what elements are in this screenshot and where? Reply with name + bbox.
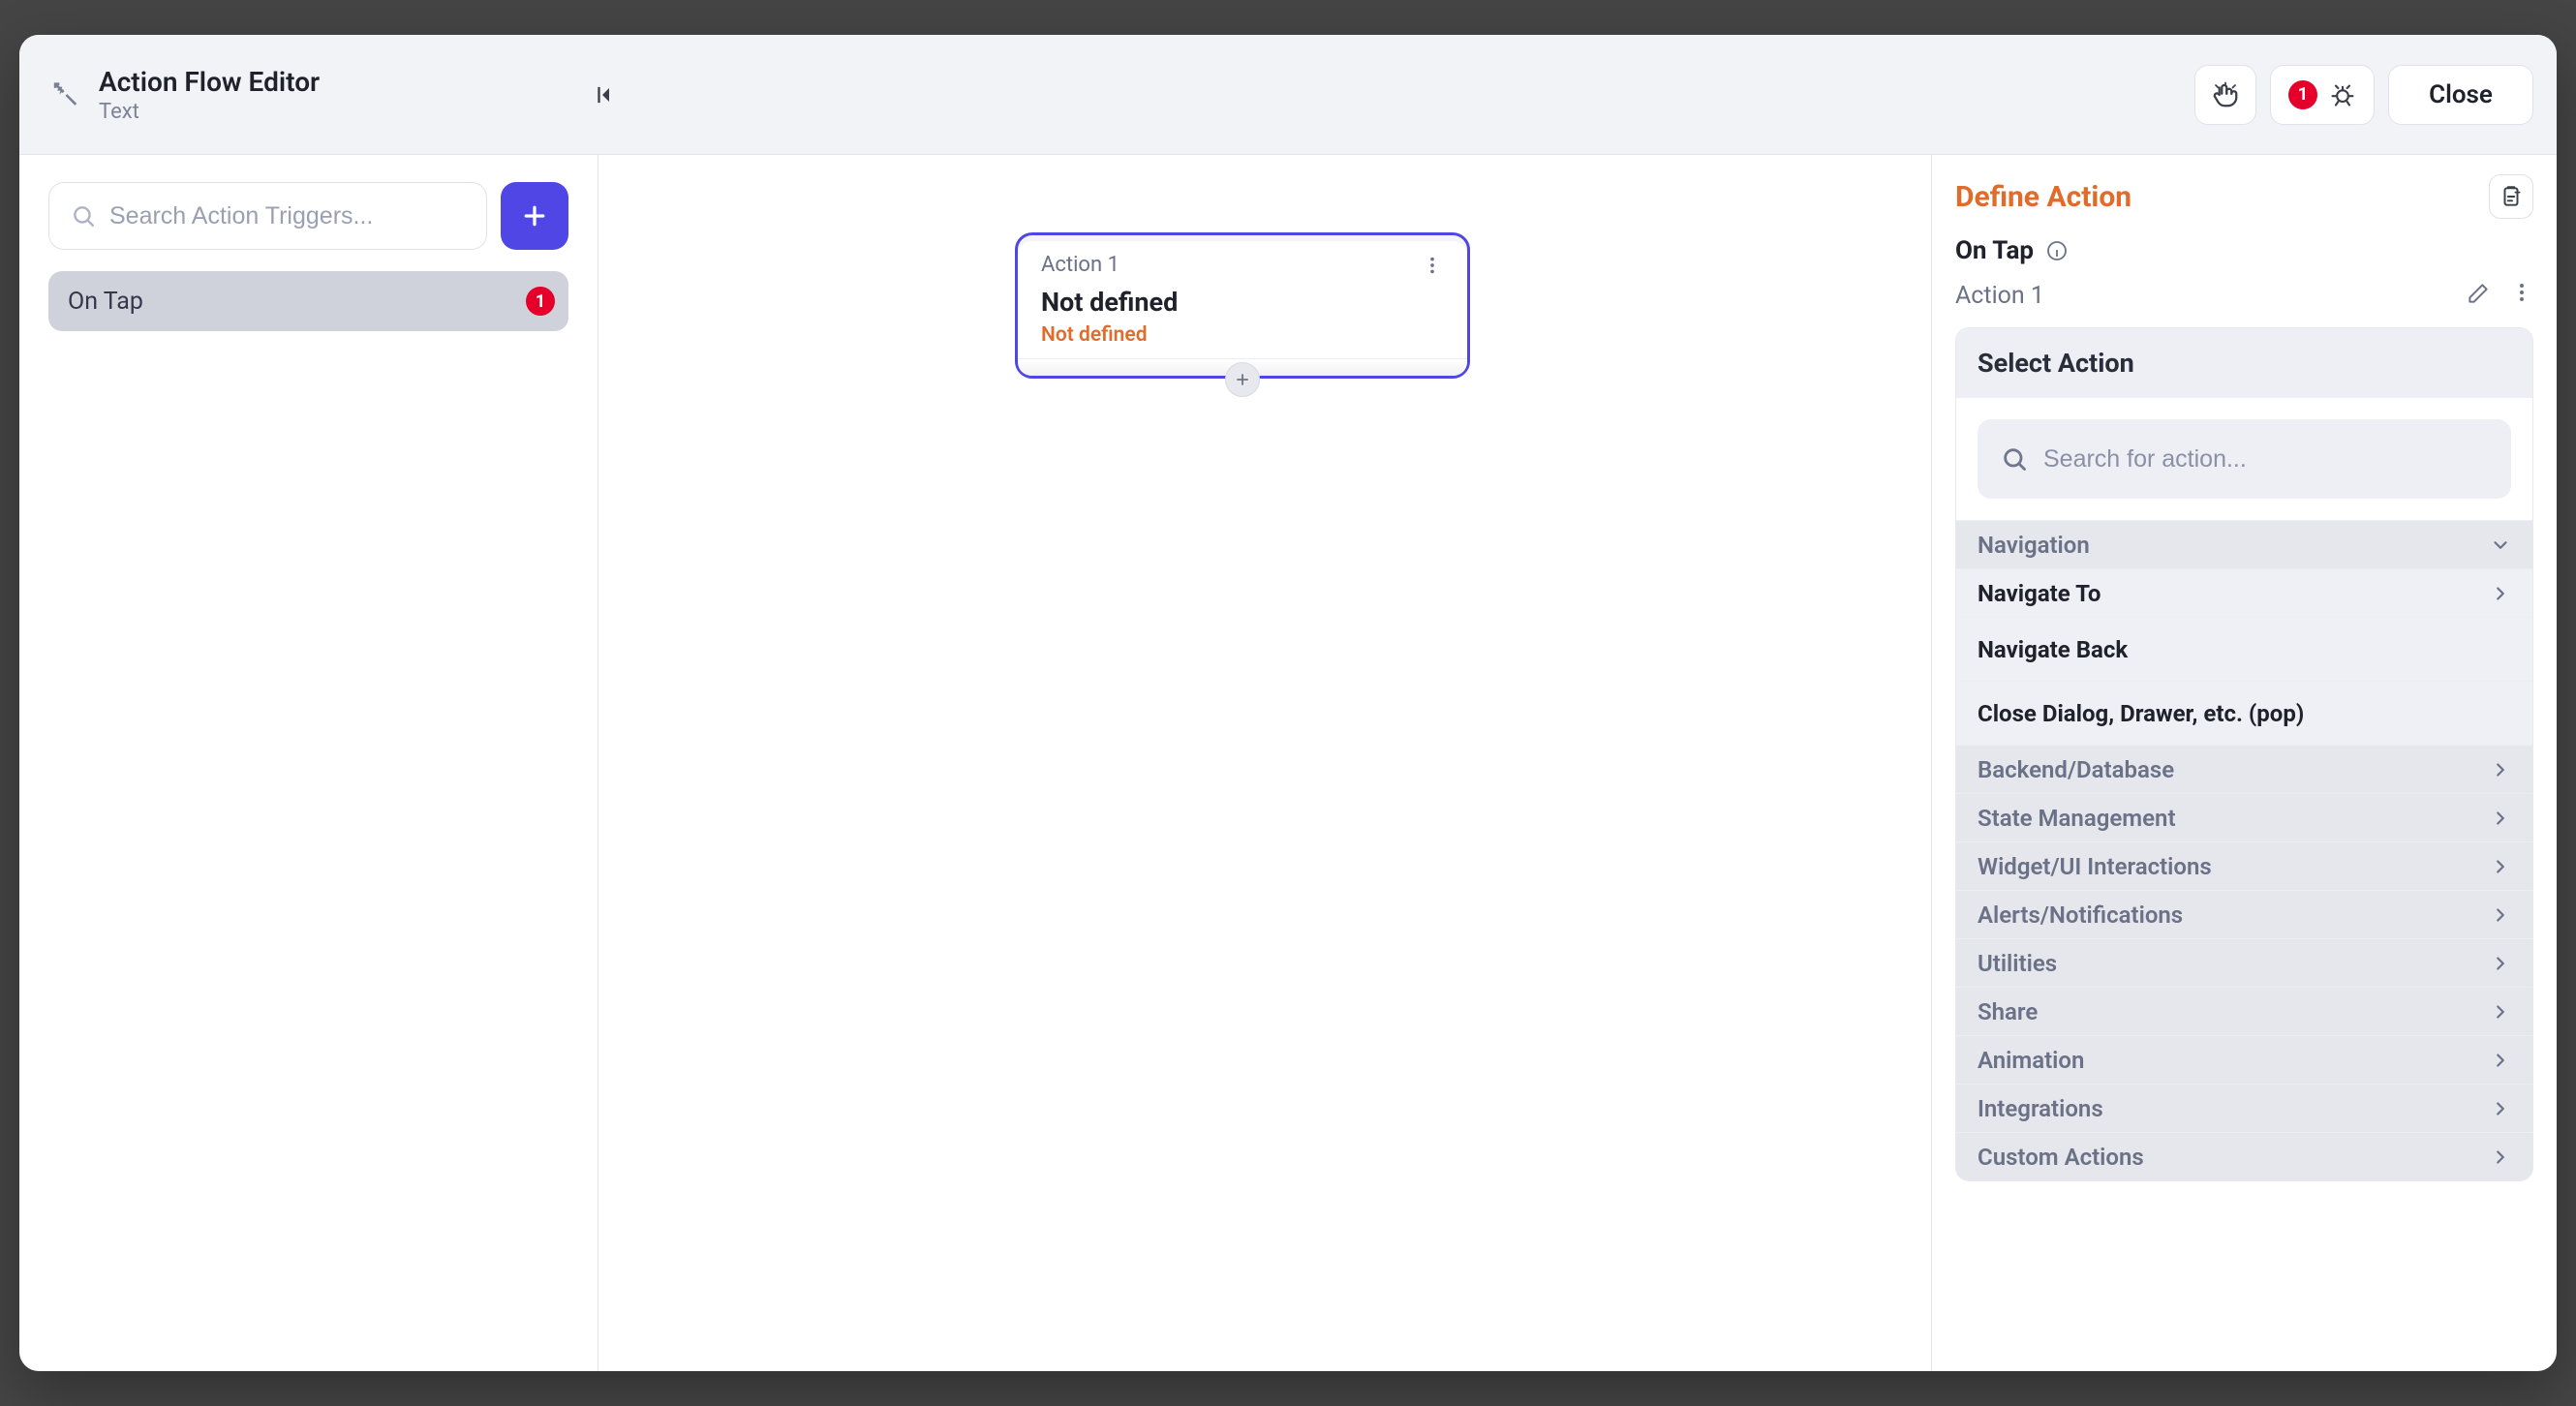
info-icon[interactable] (2045, 239, 2069, 262)
action-navigate-back[interactable]: Navigate Back (1956, 617, 2532, 681)
node-head-label: Action 1 (1041, 253, 1119, 277)
chevron-right-icon (2490, 904, 2511, 926)
topbar-right: 1 Close (2194, 65, 2533, 125)
node-title: Not defined (1041, 287, 1444, 318)
kebab-icon (2510, 281, 2533, 304)
category-animation[interactable]: Animation (1956, 1035, 2532, 1084)
category-label: Backend/Database (1978, 756, 2174, 783)
category-navigation[interactable]: Navigation (1956, 520, 2532, 568)
action-label: Navigate Back (1978, 636, 2128, 663)
pencil-icon (2466, 281, 2491, 306)
action-list: Navigation Navigate To Navigate Back Clo… (1956, 520, 2532, 1180)
category-label: Custom Actions (1978, 1144, 2144, 1171)
action-search-box[interactable] (1978, 419, 2511, 499)
node-header: Action 1 (1041, 253, 1444, 277)
search-icon (71, 203, 96, 229)
trigger-item-badge: 1 (526, 287, 555, 316)
action-flow-icon (48, 78, 81, 111)
select-action-card: Select Action Navigation (1955, 327, 2533, 1181)
chevron-right-icon (2490, 1098, 2511, 1119)
category-label: Utilities (1978, 950, 2057, 977)
category-label: Share (1978, 998, 2038, 1025)
close-button[interactable]: Close (2388, 65, 2533, 125)
action-navigate-to[interactable]: Navigate To (1956, 568, 2532, 617)
trigger-item-on-tap[interactable]: On Tap 1 (48, 271, 568, 331)
category-label: Widget/UI Interactions (1978, 853, 2212, 880)
category-alerts[interactable]: Alerts/Notifications (1956, 890, 2532, 938)
dialog-subtitle: Text (99, 100, 320, 124)
chevron-right-icon (2490, 1146, 2511, 1168)
category-state-management[interactable]: State Management (1956, 793, 2532, 841)
close-button-label: Close (2429, 80, 2493, 109)
topbar-left: Action Flow Editor Text (48, 66, 620, 124)
rename-action-button[interactable] (2466, 281, 2491, 310)
category-label: Integrations (1978, 1095, 2103, 1122)
plus-icon (520, 201, 549, 230)
title-block: Action Flow Editor Text (99, 66, 320, 124)
category-custom-actions[interactable]: Custom Actions (1956, 1132, 2532, 1180)
category-share[interactable]: Share (1956, 987, 2532, 1035)
kebab-icon (1422, 255, 1443, 276)
clipboard-plus-icon (2499, 184, 2524, 209)
trigger-name-label: On Tap (1955, 236, 2034, 265)
action-menu-button[interactable] (2510, 281, 2533, 310)
chevron-down-icon (2490, 535, 2511, 556)
category-label: Animation (1978, 1047, 2084, 1074)
select-action-title: Select Action (1978, 348, 2511, 379)
trigger-search-input[interactable] (109, 202, 465, 230)
category-integrations[interactable]: Integrations (1956, 1084, 2532, 1132)
category-label: Alerts/Notifications (1978, 902, 2183, 929)
canvas[interactable]: Action 1 Not defined Not defined (598, 155, 1931, 1371)
search-icon (2001, 445, 2028, 473)
action-name-label: Action 1 (1955, 282, 2044, 310)
action-preview-button[interactable] (2194, 65, 2256, 125)
hand-tap-icon (2211, 80, 2240, 109)
action-node[interactable]: Action 1 Not defined Not defined (1015, 232, 1470, 379)
plus-icon (1233, 370, 1252, 389)
topbar: Action Flow Editor Text (19, 35, 2557, 155)
category-label: Navigation (1978, 532, 2090, 559)
chevron-right-icon (2490, 808, 2511, 829)
chevron-right-icon (2490, 856, 2511, 877)
action-flow-dialog: Action Flow Editor Text (19, 35, 2557, 1371)
add-trigger-button[interactable] (501, 182, 568, 250)
node-menu-button[interactable] (1421, 254, 1444, 277)
chevron-right-icon (2490, 759, 2511, 780)
action-name-actions (2466, 281, 2533, 310)
category-utilities[interactable]: Utilities (1956, 938, 2532, 987)
action-close-dialog[interactable]: Close Dialog, Drawer, etc. (pop) (1956, 681, 2532, 745)
dialog-title: Action Flow Editor (99, 66, 320, 98)
action-name-row: Action 1 (1955, 281, 2533, 310)
debug-badge: 1 (2288, 80, 2317, 109)
sidebar: On Tap 1 (19, 155, 598, 1371)
debug-button[interactable]: 1 (2270, 65, 2375, 125)
right-panel-header: Define Action (1955, 174, 2533, 219)
modal-overlay: Action Flow Editor Text (0, 0, 2576, 1406)
trigger-label-row: On Tap (1955, 236, 2533, 265)
action-label: Navigate To (1978, 580, 2101, 607)
collapse-sidebar-button[interactable] (585, 77, 620, 112)
right-panel: Define Action On Tap (1931, 155, 2557, 1371)
dialog-body: On Tap 1 Action 1 (19, 155, 2557, 1371)
select-action-header: Select Action (1956, 328, 2532, 398)
sidebar-search-row (48, 182, 568, 250)
category-widget-ui[interactable]: Widget/UI Interactions (1956, 841, 2532, 890)
action-label: Close Dialog, Drawer, etc. (pop) (1978, 700, 2304, 727)
action-search-input[interactable] (2043, 445, 2488, 474)
node-subtitle: Not defined (1041, 323, 1444, 347)
paste-action-button[interactable] (2489, 174, 2533, 219)
chevron-right-icon (2490, 953, 2511, 974)
category-label: State Management (1978, 805, 2176, 832)
chevron-right-icon (2490, 1001, 2511, 1023)
trigger-item-label: On Tap (68, 288, 143, 316)
bug-icon (2329, 81, 2356, 108)
chevron-right-icon (2490, 583, 2511, 604)
category-backend-database[interactable]: Backend/Database (1956, 745, 2532, 793)
define-action-title: Define Action (1955, 180, 2131, 214)
trigger-search-box[interactable] (48, 182, 487, 250)
add-node-button[interactable] (1225, 362, 1260, 397)
chevron-right-icon (2490, 1050, 2511, 1071)
